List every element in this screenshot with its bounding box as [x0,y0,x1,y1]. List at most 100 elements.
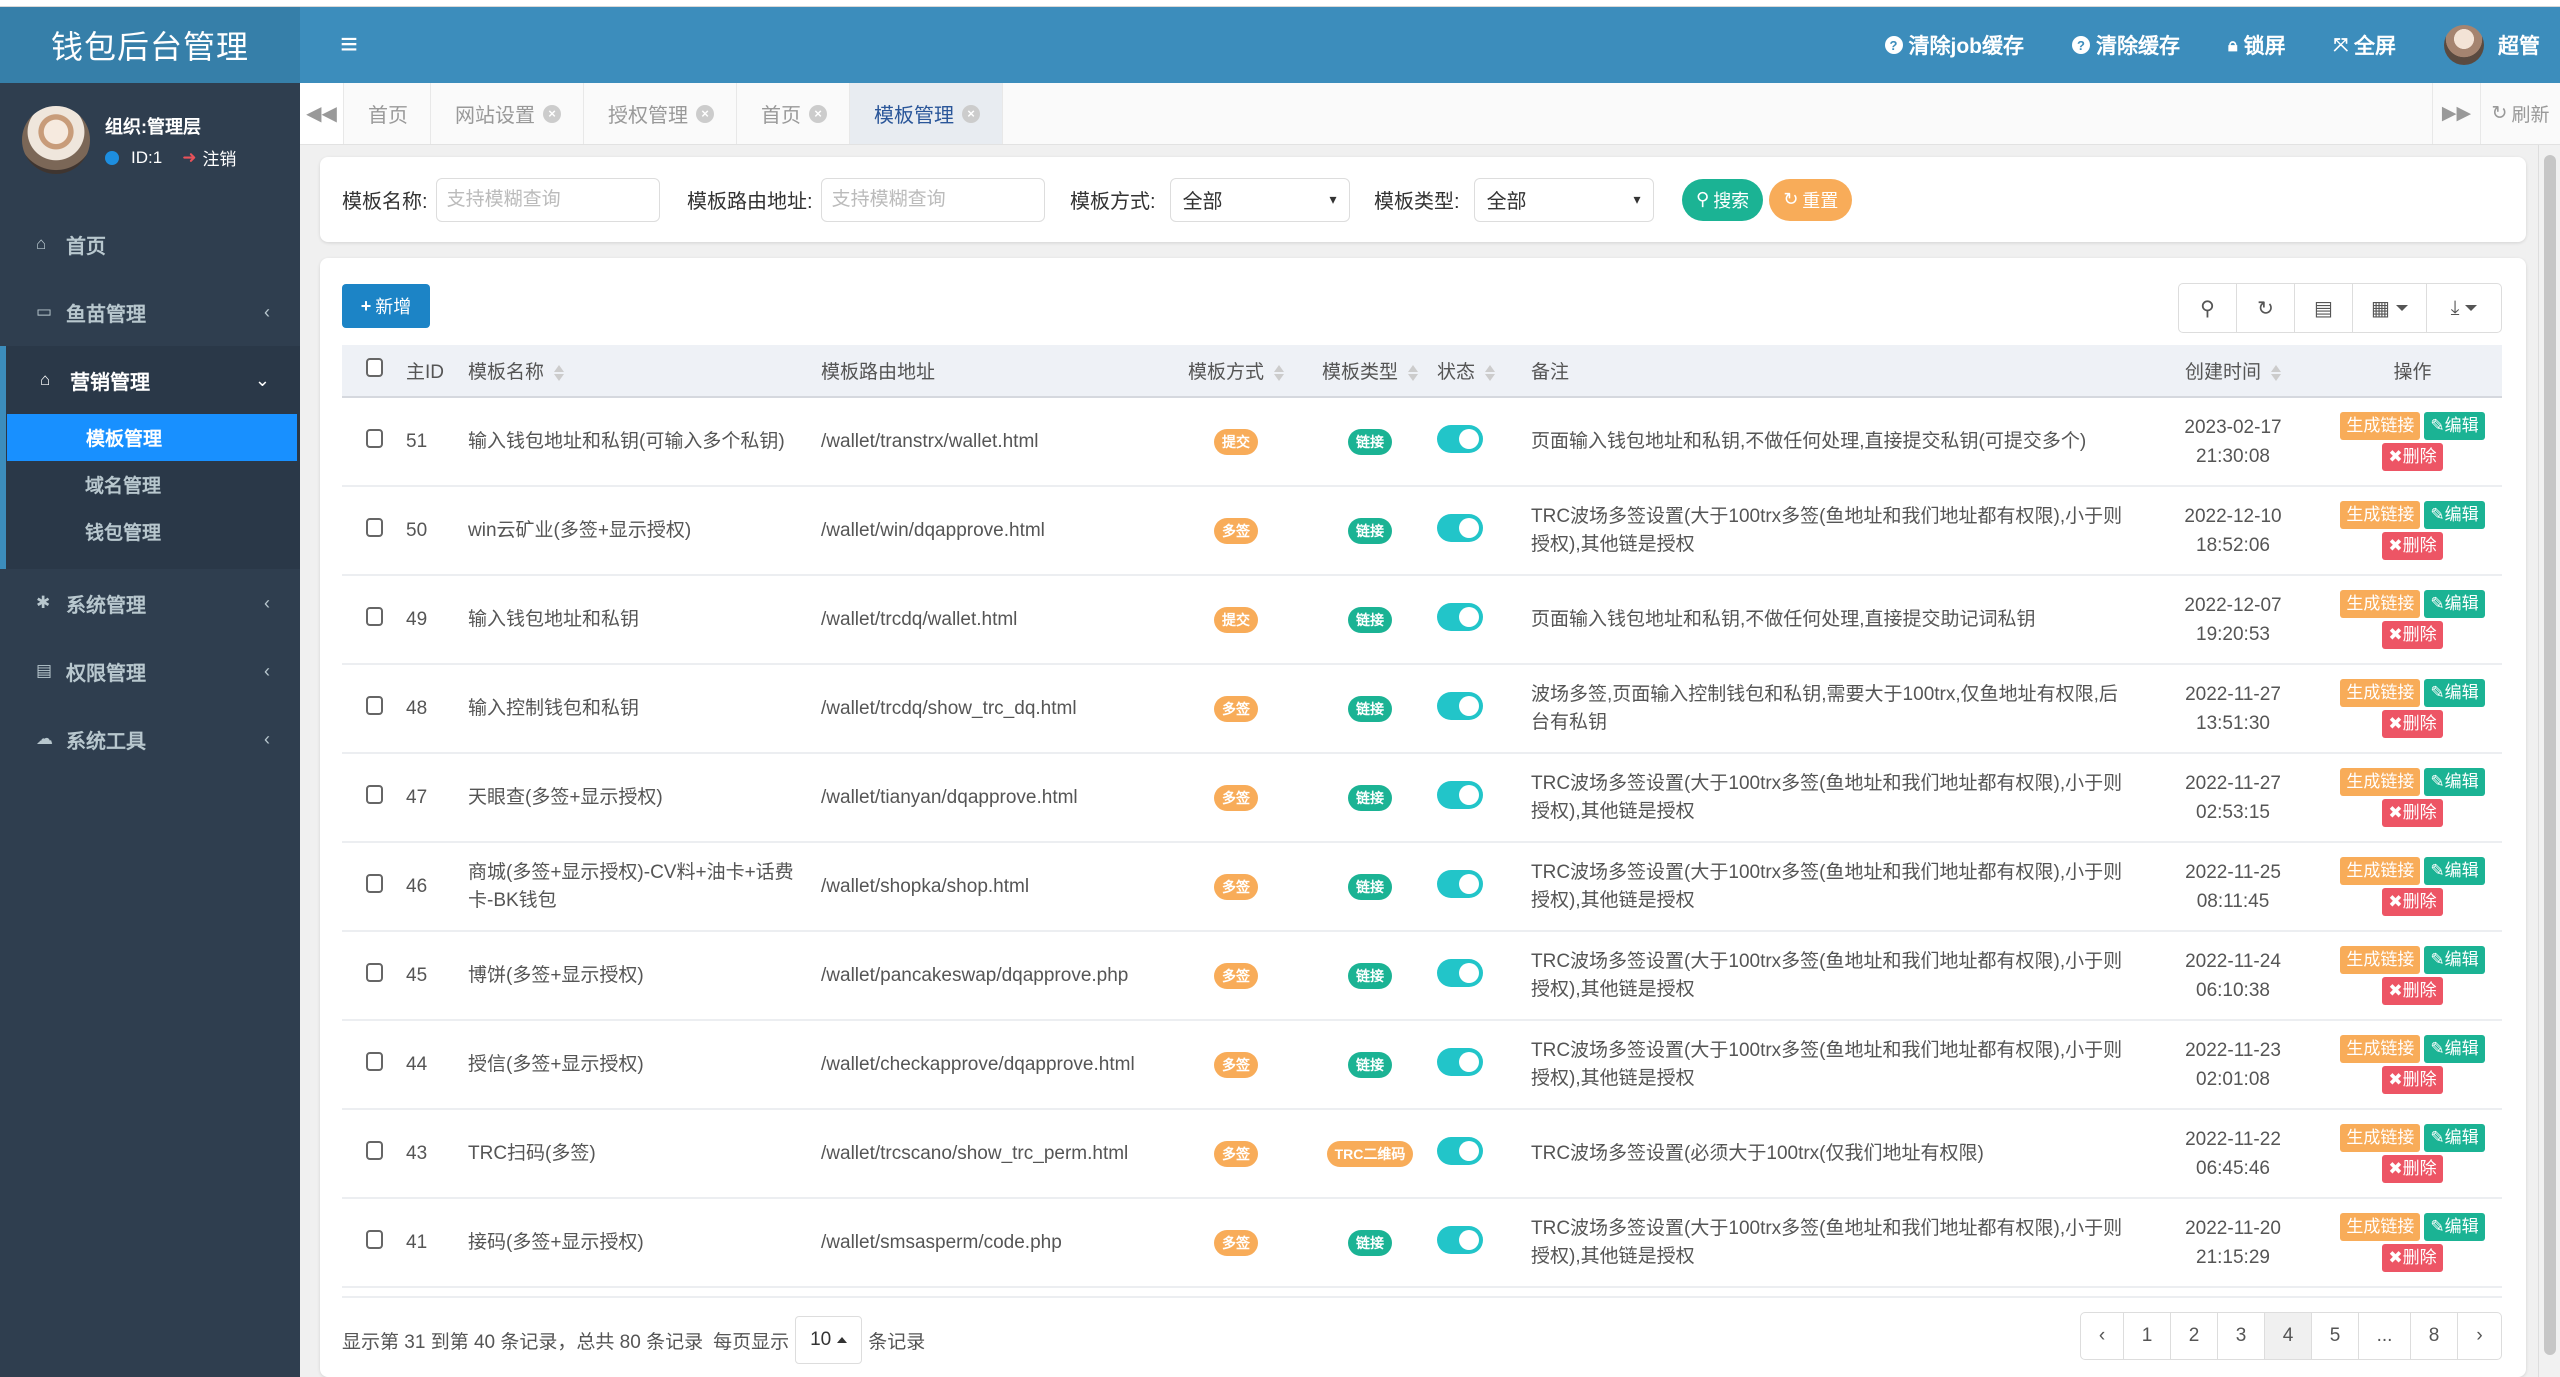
delete-button[interactable]: ✖删除 [2382,977,2442,1005]
row-checkbox[interactable] [366,607,383,626]
prev-page-button[interactable]: ‹ [2081,1313,2124,1359]
fullscreen-button[interactable]: ⤧ 全屏 [2334,30,2396,60]
generate-link-button[interactable]: 生成链接 [2340,1124,2420,1152]
status-toggle[interactable] [1437,425,1483,453]
tab-scroll-right-button[interactable]: ▶▶ [2432,83,2480,144]
columns-button[interactable]: ▦ [2353,284,2427,332]
edit-button[interactable]: ✎编辑 [2424,768,2484,796]
status-toggle[interactable] [1437,603,1483,631]
edit-button[interactable]: ✎编辑 [2424,412,2484,440]
row-checkbox[interactable] [366,1230,383,1249]
delete-button[interactable]: ✖删除 [2382,710,2442,738]
sidebar-item-permission-management[interactable]: ▤ 权限管理 ‹ [0,637,300,705]
toggle-view-button[interactable]: ▤ [2295,284,2353,332]
page-button[interactable]: 8 [2411,1313,2458,1359]
row-checkbox[interactable] [366,696,383,715]
edit-button[interactable]: ✎编辑 [2424,679,2484,707]
delete-button[interactable]: ✖删除 [2382,1155,2442,1183]
delete-button[interactable]: ✖删除 [2382,443,2442,471]
tab-site-settings[interactable]: 网站设置× [431,83,584,144]
row-checkbox[interactable] [366,1141,383,1160]
edit-button[interactable]: ✎编辑 [2424,590,2484,618]
status-toggle[interactable] [1437,781,1483,809]
tab-auth-management[interactable]: 授权管理× [584,83,737,144]
row-checkbox[interactable] [366,518,383,537]
sidebar-item-system-tools[interactable]: ☁ 系统工具 ‹ [0,705,300,773]
refresh-tab-button[interactable]: ↻刷新 [2480,83,2560,144]
edit-button[interactable]: ✎编辑 [2424,1124,2484,1152]
close-icon[interactable]: × [696,105,714,123]
lock-screen-button[interactable]: 🔒︎ 锁屏 [2228,30,2286,60]
col-name[interactable]: 模板名称 [468,345,821,397]
generate-link-button[interactable]: 生成链接 [2340,857,2420,885]
row-checkbox[interactable] [366,1052,383,1071]
page-button[interactable]: 1 [2124,1313,2171,1359]
type-filter-select[interactable]: 全部 ▾ [1474,178,1654,222]
clear-job-cache-button[interactable]: ? 清除job缓存 [1885,30,2025,60]
edit-button[interactable]: ✎编辑 [2424,946,2484,974]
delete-button[interactable]: ✖删除 [2382,532,2442,560]
scrollbar-thumb[interactable] [2544,155,2556,1355]
status-toggle[interactable] [1437,870,1483,898]
add-button[interactable]: +新增 [342,284,430,328]
refresh-table-button[interactable]: ↻ [2237,284,2295,332]
col-status[interactable]: 状态 [1437,345,1531,397]
delete-button[interactable]: ✖删除 [2382,1244,2442,1272]
sidebar-item-marketing[interactable]: ⌂ 营销管理 ⌄ [0,346,300,414]
page-button[interactable]: 2 [2171,1313,2218,1359]
sidebar-item-fish-management[interactable]: ▭ 鱼苗管理 ‹ [0,278,300,346]
tab-scroll-left-button[interactable]: ◀◀ [300,83,344,144]
close-icon[interactable]: × [962,105,980,123]
col-type[interactable]: 模板类型 [1303,345,1437,397]
sidebar-subitem-domain-management[interactable]: 域名管理 [6,461,300,508]
row-checkbox[interactable] [366,785,383,804]
row-checkbox[interactable] [366,874,383,893]
close-icon[interactable]: × [809,105,827,123]
edit-button[interactable]: ✎编辑 [2424,1213,2484,1241]
page-button[interactable]: 5 [2312,1313,2359,1359]
generate-link-button[interactable]: 生成链接 [2340,412,2420,440]
tab-template-management[interactable]: 模板管理× [850,83,1003,144]
page-button[interactable]: 3 [2218,1313,2265,1359]
tab-home[interactable]: 首页 [344,83,431,144]
status-toggle[interactable] [1437,1226,1483,1254]
delete-button[interactable]: ✖删除 [2382,1066,2442,1094]
delete-button[interactable]: ✖删除 [2382,799,2442,827]
select-all-checkbox[interactable] [366,358,383,377]
toggle-search-button[interactable]: ⚲ [2179,284,2237,332]
delete-button[interactable]: ✖删除 [2382,621,2442,649]
next-page-button[interactable]: › [2458,1313,2501,1359]
app-logo-title[interactable]: 钱包后台管理 [0,7,300,83]
status-toggle[interactable] [1437,959,1483,987]
generate-link-button[interactable]: 生成链接 [2340,946,2420,974]
generate-link-button[interactable]: 生成链接 [2340,1035,2420,1063]
col-created[interactable]: 创建时间 [2143,345,2323,397]
generate-link-button[interactable]: 生成链接 [2340,590,2420,618]
sidebar-item-home[interactable]: ⌂ 首页 [0,210,300,278]
sidebar-subitem-template-management[interactable]: 模板管理 [7,414,297,461]
row-checkbox[interactable] [366,429,383,448]
delete-button[interactable]: ✖删除 [2382,888,2442,916]
search-button[interactable]: ⚲搜索 [1682,179,1763,221]
close-icon[interactable]: × [543,105,561,123]
tab-home-2[interactable]: 首页× [737,83,850,144]
generate-link-button[interactable]: 生成链接 [2340,768,2420,796]
edit-button[interactable]: ✎编辑 [2424,501,2484,529]
export-button[interactable]: ⤓ [2427,284,2501,332]
generate-link-button[interactable]: 生成链接 [2340,679,2420,707]
per-page-select[interactable]: 10 [795,1316,862,1364]
status-toggle[interactable] [1437,1048,1483,1076]
edit-button[interactable]: ✎编辑 [2424,1035,2484,1063]
status-toggle[interactable] [1437,1137,1483,1165]
col-method[interactable]: 模板方式 [1169,345,1303,397]
user-menu[interactable]: 超管 [2444,25,2540,65]
sidebar-item-system-management[interactable]: ✱ 系统管理 ‹ [0,569,300,637]
generate-link-button[interactable]: 生成链接 [2340,1213,2420,1241]
status-toggle[interactable] [1437,514,1483,542]
edit-button[interactable]: ✎编辑 [2424,857,2484,885]
clear-cache-button[interactable]: ? 清除缓存 [2072,30,2180,60]
status-toggle[interactable] [1437,692,1483,720]
method-filter-select[interactable]: 全部 ▾ [1170,178,1350,222]
generate-link-button[interactable]: 生成链接 [2340,501,2420,529]
col-id[interactable]: 主ID [406,345,468,397]
